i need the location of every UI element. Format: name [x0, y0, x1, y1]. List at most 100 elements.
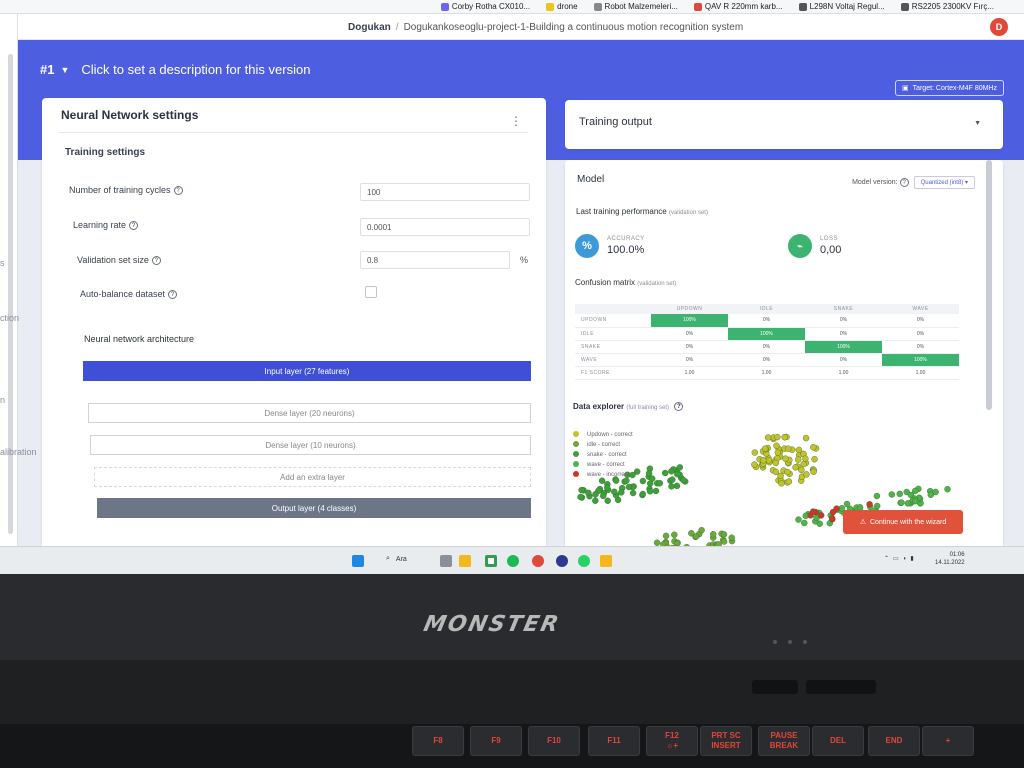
scatter-point[interactable]	[866, 501, 873, 508]
scatter-point[interactable]	[817, 512, 825, 519]
task-view-icon[interactable]	[440, 555, 452, 567]
scatter-point[interactable]	[764, 434, 772, 441]
version-number[interactable]: #1	[40, 62, 54, 77]
target-device-button[interactable]: ▣ Target: Cortex-M4F 80MHz	[894, 80, 1004, 96]
breadcrumb-project[interactable]: Dogukankoseoglu-project-1-Building a con…	[404, 22, 744, 33]
bookmark-item[interactable]: L298N Voltaj Regul...	[798, 2, 885, 11]
scatter-point[interactable]	[709, 531, 717, 538]
help-icon[interactable]: ?	[151, 256, 161, 266]
scatter-point[interactable]	[927, 491, 934, 499]
scatter-point[interactable]	[792, 464, 799, 471]
scatter-point[interactable]	[810, 444, 817, 451]
scatter-point[interactable]	[676, 464, 684, 471]
scatter-point[interactable]	[912, 487, 919, 495]
notes-icon[interactable]	[600, 555, 612, 567]
scatter-point[interactable]	[671, 531, 678, 539]
scatter-point[interactable]	[829, 508, 837, 516]
scatter-point[interactable]	[668, 468, 675, 475]
scatter-point[interactable]	[600, 492, 607, 500]
legend-item[interactable]: idle - correct	[573, 440, 633, 450]
scatter-point[interactable]	[760, 457, 767, 464]
scatter-point[interactable]	[782, 455, 789, 462]
help-icon[interactable]: ?	[168, 290, 178, 300]
chevron-up-icon[interactable]: ⌃	[884, 555, 889, 562]
learning-rate-input[interactable]: 0.0001	[360, 218, 530, 236]
avatar[interactable]: D	[990, 18, 1008, 36]
scatter-point[interactable]	[781, 433, 788, 441]
breadcrumb-user[interactable]: Dogukan	[348, 22, 391, 33]
scatter-point[interactable]	[802, 455, 809, 462]
scatter-point[interactable]	[809, 508, 817, 515]
sidebar-item[interactable]: s	[0, 258, 5, 268]
scatter-point[interactable]	[618, 489, 625, 496]
scatter-point[interactable]	[662, 532, 670, 540]
legend-item[interactable]: Updown - correct	[573, 430, 633, 440]
sidebar-item[interactable]: alibration	[0, 447, 37, 457]
help-icon[interactable]: ?	[129, 221, 139, 231]
scatter-point[interactable]	[828, 515, 836, 522]
scatter-point[interactable]	[774, 449, 782, 456]
scatter-point[interactable]	[604, 497, 611, 505]
auto-balance-checkbox[interactable]	[365, 286, 377, 298]
scatter-point[interactable]	[639, 477, 647, 485]
scatter-point[interactable]	[784, 468, 791, 476]
scatter-point[interactable]	[639, 490, 647, 498]
network-icon[interactable]: ▭	[893, 555, 899, 562]
caret-down-icon[interactable]: ▼	[60, 65, 69, 75]
scatter-point[interactable]	[795, 446, 803, 454]
dense-layer-2[interactable]: Dense layer (10 neurons)	[90, 435, 531, 455]
scatter-point[interactable]	[874, 502, 881, 510]
battery-icon[interactable]: ▮	[910, 555, 913, 562]
sidebar-item[interactable]: n	[0, 395, 5, 405]
scatter-point[interactable]	[592, 491, 599, 498]
scatter-point[interactable]	[765, 457, 773, 464]
help-icon[interactable]: ?	[899, 178, 909, 187]
whatsapp-icon[interactable]	[578, 555, 590, 567]
file-explorer-icon[interactable]	[459, 555, 471, 567]
scatter-point[interactable]	[692, 533, 700, 540]
scatter-point[interactable]	[774, 433, 781, 441]
scatter-point[interactable]	[720, 531, 728, 538]
scatter-point[interactable]	[772, 468, 780, 476]
continue-wizard-button[interactable]: ⚠ Continue with the wizard	[843, 510, 963, 534]
scatter-point[interactable]	[802, 434, 810, 442]
validation-set-size-input[interactable]: 0.8	[360, 251, 510, 269]
scatter-point[interactable]	[778, 480, 785, 487]
dense-layer-1[interactable]: Dense layer (20 neurons)	[88, 403, 531, 423]
scatter-point[interactable]	[648, 475, 656, 482]
scatter-point[interactable]	[611, 488, 618, 496]
scatter-point[interactable]	[629, 489, 637, 497]
input-layer[interactable]: Input layer (27 features)	[83, 361, 531, 381]
scatter-point[interactable]	[656, 480, 664, 487]
scatter-point[interactable]	[843, 500, 851, 508]
scatter-point[interactable]	[803, 471, 810, 478]
scatter-point[interactable]	[912, 497, 919, 505]
taskbar-search[interactable]: ⌕ Ara	[386, 555, 407, 563]
add-layer-button[interactable]: Add an extra layer	[94, 467, 531, 487]
scatter-point[interactable]	[772, 459, 780, 467]
bookmark-item[interactable]: drone	[546, 2, 578, 11]
windows-start-icon[interactable]	[352, 555, 364, 567]
scatter-point[interactable]	[653, 539, 661, 546]
legend-item[interactable]: snake - correct	[573, 450, 633, 460]
chrome-icon[interactable]	[485, 555, 497, 567]
scatter-point[interactable]	[794, 456, 802, 463]
scatter-point[interactable]	[585, 489, 592, 497]
scatter-point[interactable]	[801, 519, 808, 527]
legend-item[interactable]: wave - correct	[573, 460, 633, 470]
scatter-point[interactable]	[898, 499, 905, 506]
scatter-point[interactable]	[800, 460, 807, 468]
opera-icon[interactable]	[532, 555, 544, 567]
scatter-point[interactable]	[673, 482, 681, 490]
chevron-down-icon[interactable]: ▼	[974, 120, 981, 127]
bookmark-item[interactable]: Robot Malzemeleri...	[593, 2, 678, 11]
scatter-point[interactable]	[811, 456, 818, 463]
help-icon[interactable]: ?	[674, 402, 684, 412]
page-scrollbar[interactable]	[986, 160, 992, 410]
scatter-point[interactable]	[810, 468, 817, 475]
more-options-icon[interactable]: ⋮	[510, 114, 522, 128]
scatter-point[interactable]	[773, 442, 780, 449]
volume-icon[interactable]: ◖	[903, 556, 907, 562]
clock[interactable]: 01:06 14.11.2022	[935, 551, 965, 567]
version-description[interactable]: Click to set a description for this vers…	[81, 62, 310, 77]
